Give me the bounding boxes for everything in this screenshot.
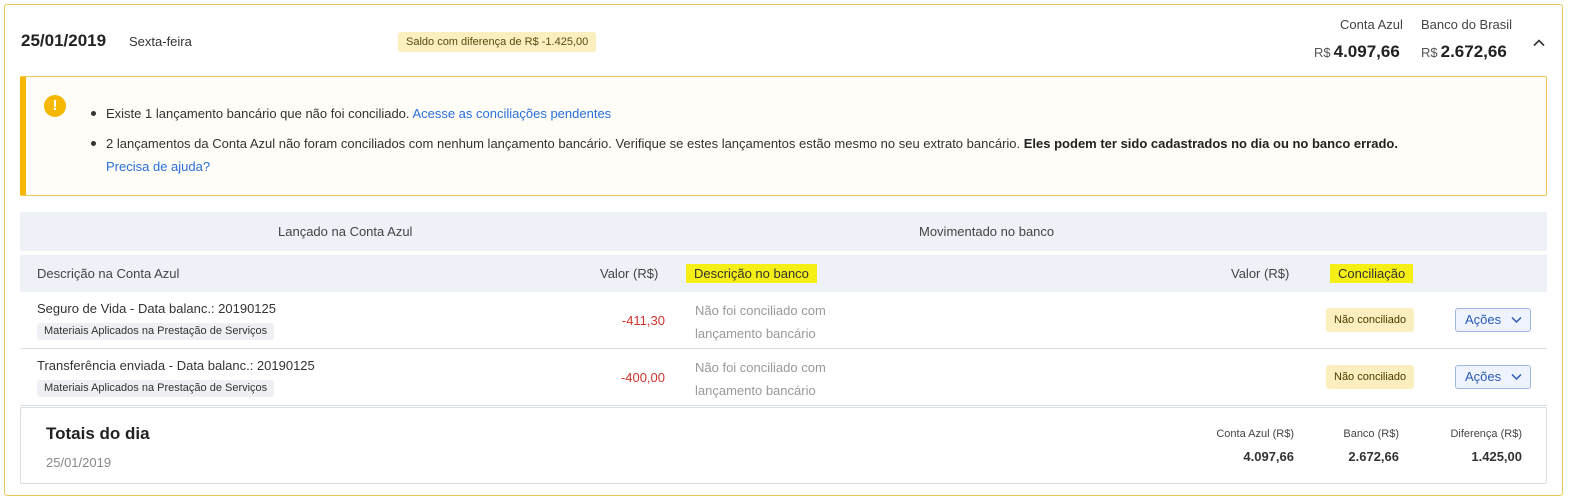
balance-difference-badge: Saldo com diferença de R$ -1.425,00: [398, 32, 597, 52]
conta-azul-balance-value: 4.097,66: [1333, 42, 1400, 61]
banco-balance-label: Banco do Brasil: [1421, 17, 1513, 32]
actions-button[interactable]: Ações: [1455, 365, 1531, 389]
alert-item: Existe 1 lançamento bancário que não foi…: [89, 102, 1519, 125]
row-value: -411,30: [621, 313, 665, 328]
totals-title: Totais do dia: [46, 424, 150, 443]
col-conciliacao: Conciliação: [1330, 264, 1414, 283]
bank-description: Não foi conciliado com lançamento bancár…: [695, 360, 826, 398]
category-tag: Materiais Aplicados na Prestação de Serv…: [37, 380, 275, 397]
group-conta-azul: Lançado na Conta Azul: [278, 224, 413, 239]
totals-diferenca-value: 1.425,00: [1471, 449, 1522, 464]
totals-conta-azul-value: 4.097,66: [1243, 449, 1294, 464]
chevron-up-icon[interactable]: [1532, 36, 1546, 50]
day-weekday: Sexta-feira: [129, 34, 192, 49]
col-valor-banco: Valor (R$): [1231, 266, 1290, 281]
alert-item-text: 2 lançamentos da Conta Azul não foram co…: [106, 136, 1021, 151]
exclamation-icon: !: [44, 95, 66, 117]
actions-button[interactable]: Ações: [1455, 308, 1531, 332]
col-descricao-banco: Descrição no banco: [686, 264, 817, 283]
col-descricao-conta-azul: Descrição na Conta Azul: [37, 266, 180, 281]
alert-item-bold: Eles podem ter sido cadastrados no dia o…: [1023, 136, 1398, 151]
totals-diferenca-label: Diferença (R$): [1450, 428, 1522, 440]
row-description: Transferência enviada - Data balanc.: 20…: [37, 358, 315, 373]
totals-date: 25/01/2019: [46, 455, 112, 470]
table-group-header: Lançado na Conta Azul Movimentado no ban…: [20, 212, 1547, 251]
reconciliation-alert: ! Existe 1 lançamento bancário que não f…: [20, 76, 1547, 196]
row-description: Seguro de Vida - Data balanc.: 20190125: [37, 301, 276, 316]
status-badge: Não conciliado: [1326, 308, 1415, 332]
actions-button-label: Ações: [1465, 312, 1502, 327]
totals-conta-azul-label: Conta Azul (R$): [1216, 428, 1294, 440]
conta-azul-balance-label: Conta Azul: [1340, 17, 1403, 32]
day-reconciliation-card: 25/01/2019 Sexta-feira Saldo com diferen…: [4, 4, 1563, 496]
alert-item: 2 lançamentos da Conta Azul não foram co…: [89, 132, 1519, 178]
conta-azul-balance: R$ 4.097,66: [1314, 42, 1400, 62]
totals-banco-value: 2.672,66: [1348, 449, 1399, 464]
category-tag: Materiais Aplicados na Prestação de Serv…: [37, 323, 275, 340]
chevron-down-icon: [1511, 373, 1522, 381]
help-link[interactable]: Precisa de ajuda?: [106, 159, 210, 174]
alert-list: Existe 1 lançamento bancário que não foi…: [89, 102, 1519, 178]
currency-symbol: R$: [1421, 45, 1438, 60]
totals-banco-label: Banco (R$): [1343, 428, 1399, 440]
table-row: Seguro de Vida - Data balanc.: 20190125 …: [20, 292, 1547, 349]
row-value: -400,00: [620, 370, 665, 385]
chevron-down-icon: [1511, 316, 1522, 324]
currency-symbol: R$: [1314, 45, 1331, 60]
day-totals: Totais do dia 25/01/2019 Conta Azul (R$)…: [20, 407, 1547, 484]
col-valor: Valor (R$): [600, 266, 659, 281]
status-badge: Não conciliado: [1326, 365, 1415, 389]
table-row: Transferência enviada - Data balanc.: 20…: [20, 349, 1547, 406]
banco-balance: R$ 2.672,66: [1421, 42, 1507, 62]
group-banco: Movimentado no banco: [919, 224, 1055, 239]
table-column-header: Descrição na Conta Azul Valor (R$) Descr…: [20, 255, 1547, 292]
bank-description: Não foi conciliado com lançamento bancár…: [695, 303, 826, 341]
day-date: 25/01/2019: [21, 31, 107, 50]
actions-button-label: Ações: [1465, 369, 1502, 384]
banco-balance-value: 2.672,66: [1440, 42, 1507, 61]
alert-item-text: Existe 1 lançamento bancário que não foi…: [106, 106, 410, 121]
pending-reconciliations-link[interactable]: Acesse as conciliações pendentes: [412, 106, 611, 121]
